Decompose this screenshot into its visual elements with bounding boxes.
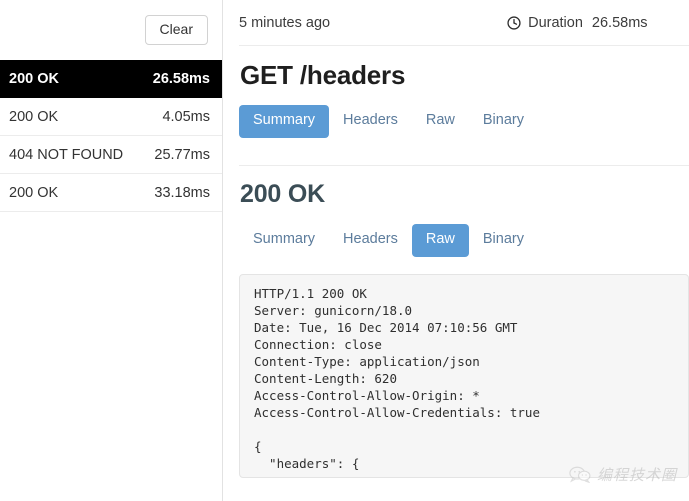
- tab-response-headers[interactable]: Headers: [329, 224, 412, 257]
- relative-time: 5 minutes ago: [239, 15, 330, 31]
- sidebar-toolbar: Clear: [0, 0, 222, 60]
- tab-request-binary[interactable]: Binary: [469, 105, 538, 138]
- request-duration: 26.58ms: [152, 70, 210, 87]
- clear-button[interactable]: Clear: [144, 14, 208, 46]
- tab-request-headers[interactable]: Headers: [329, 105, 412, 138]
- request-title: GET /headers: [240, 60, 406, 90]
- tab-response-binary[interactable]: Binary: [469, 224, 538, 257]
- raw-response-body[interactable]: HTTP/1.1 200 OK Server: gunicorn/18.0 Da…: [239, 273, 689, 478]
- request-list-item[interactable]: 200 OK 26.58ms: [0, 60, 222, 98]
- tab-response-raw[interactable]: Raw: [411, 223, 469, 257]
- request-status: 200 OK: [9, 184, 59, 201]
- app-root: Clear 200 OK 26.58ms 200 OK 4.05ms 404 N…: [0, 0, 689, 501]
- duration-value: 26.58ms: [591, 14, 648, 31]
- response-tabs: Summary Headers Raw Binary: [239, 223, 689, 257]
- request-list: 200 OK 26.58ms 200 OK 4.05ms 404 NOT FOU…: [0, 60, 222, 212]
- duration-meta: Duration 26.58ms: [507, 14, 648, 31]
- request-status: 200 OK: [9, 108, 59, 125]
- request-list-item[interactable]: 200 OK 4.05ms: [0, 98, 222, 136]
- detail-panel: 5 minutes ago Duration 26.58ms GET /head…: [223, 0, 689, 501]
- response-section: 200 OK Summary Headers Raw Binary HTTP/1…: [239, 166, 689, 478]
- tab-response-summary[interactable]: Summary: [239, 224, 329, 257]
- request-list-item[interactable]: 200 OK 33.18ms: [0, 174, 222, 212]
- tab-request-summary[interactable]: Summary: [239, 105, 330, 138]
- request-status: 404 NOT FOUND: [9, 146, 124, 163]
- request-list-item[interactable]: 404 NOT FOUND 25.77ms: [0, 136, 222, 174]
- relative-time-value: 5 minutes ago: [239, 14, 331, 31]
- request-duration: 33.18ms: [154, 184, 210, 201]
- request-list-sidebar: Clear 200 OK 26.58ms 200 OK 4.05ms 404 N…: [0, 0, 223, 501]
- request-meta-bar: 5 minutes ago Duration 26.58ms: [239, 0, 689, 45]
- request-section: GET /headers Summary Headers Raw Binary: [239, 46, 689, 138]
- duration-label: Duration: [528, 14, 583, 31]
- tab-request-raw[interactable]: Raw: [412, 105, 469, 138]
- request-status: 200 OK: [9, 70, 59, 87]
- request-duration: 25.77ms: [154, 146, 210, 163]
- response-status-title: 200 OK: [240, 179, 325, 208]
- request-tabs: Summary Headers Raw Binary: [239, 105, 689, 138]
- request-duration: 4.05ms: [162, 108, 210, 125]
- clock-icon: [507, 15, 521, 30]
